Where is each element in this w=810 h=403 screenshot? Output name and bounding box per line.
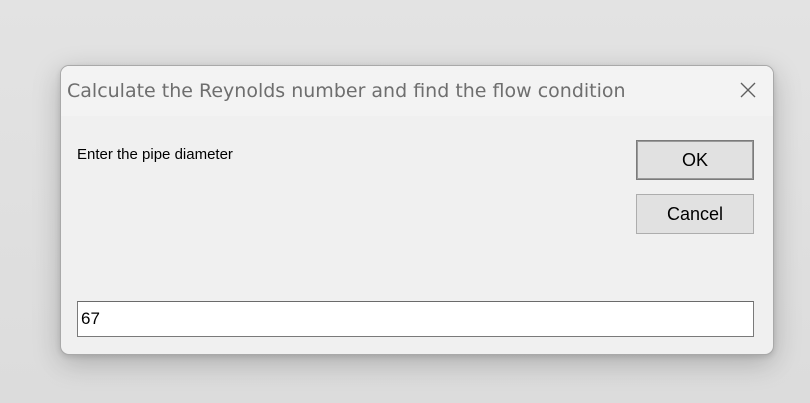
input-dialog: Calculate the Reynolds number and find t… bbox=[60, 65, 774, 355]
close-icon bbox=[740, 82, 756, 98]
close-button[interactable] bbox=[729, 72, 767, 108]
title-bar: Calculate the Reynolds number and find t… bbox=[61, 66, 773, 116]
ok-button[interactable]: OK bbox=[636, 140, 754, 180]
dialog-title: Calculate the Reynolds number and find t… bbox=[67, 80, 626, 102]
prompt-label: Enter the pipe diameter bbox=[77, 146, 233, 163]
diameter-input[interactable] bbox=[77, 301, 754, 337]
cancel-button[interactable]: Cancel bbox=[636, 194, 754, 234]
